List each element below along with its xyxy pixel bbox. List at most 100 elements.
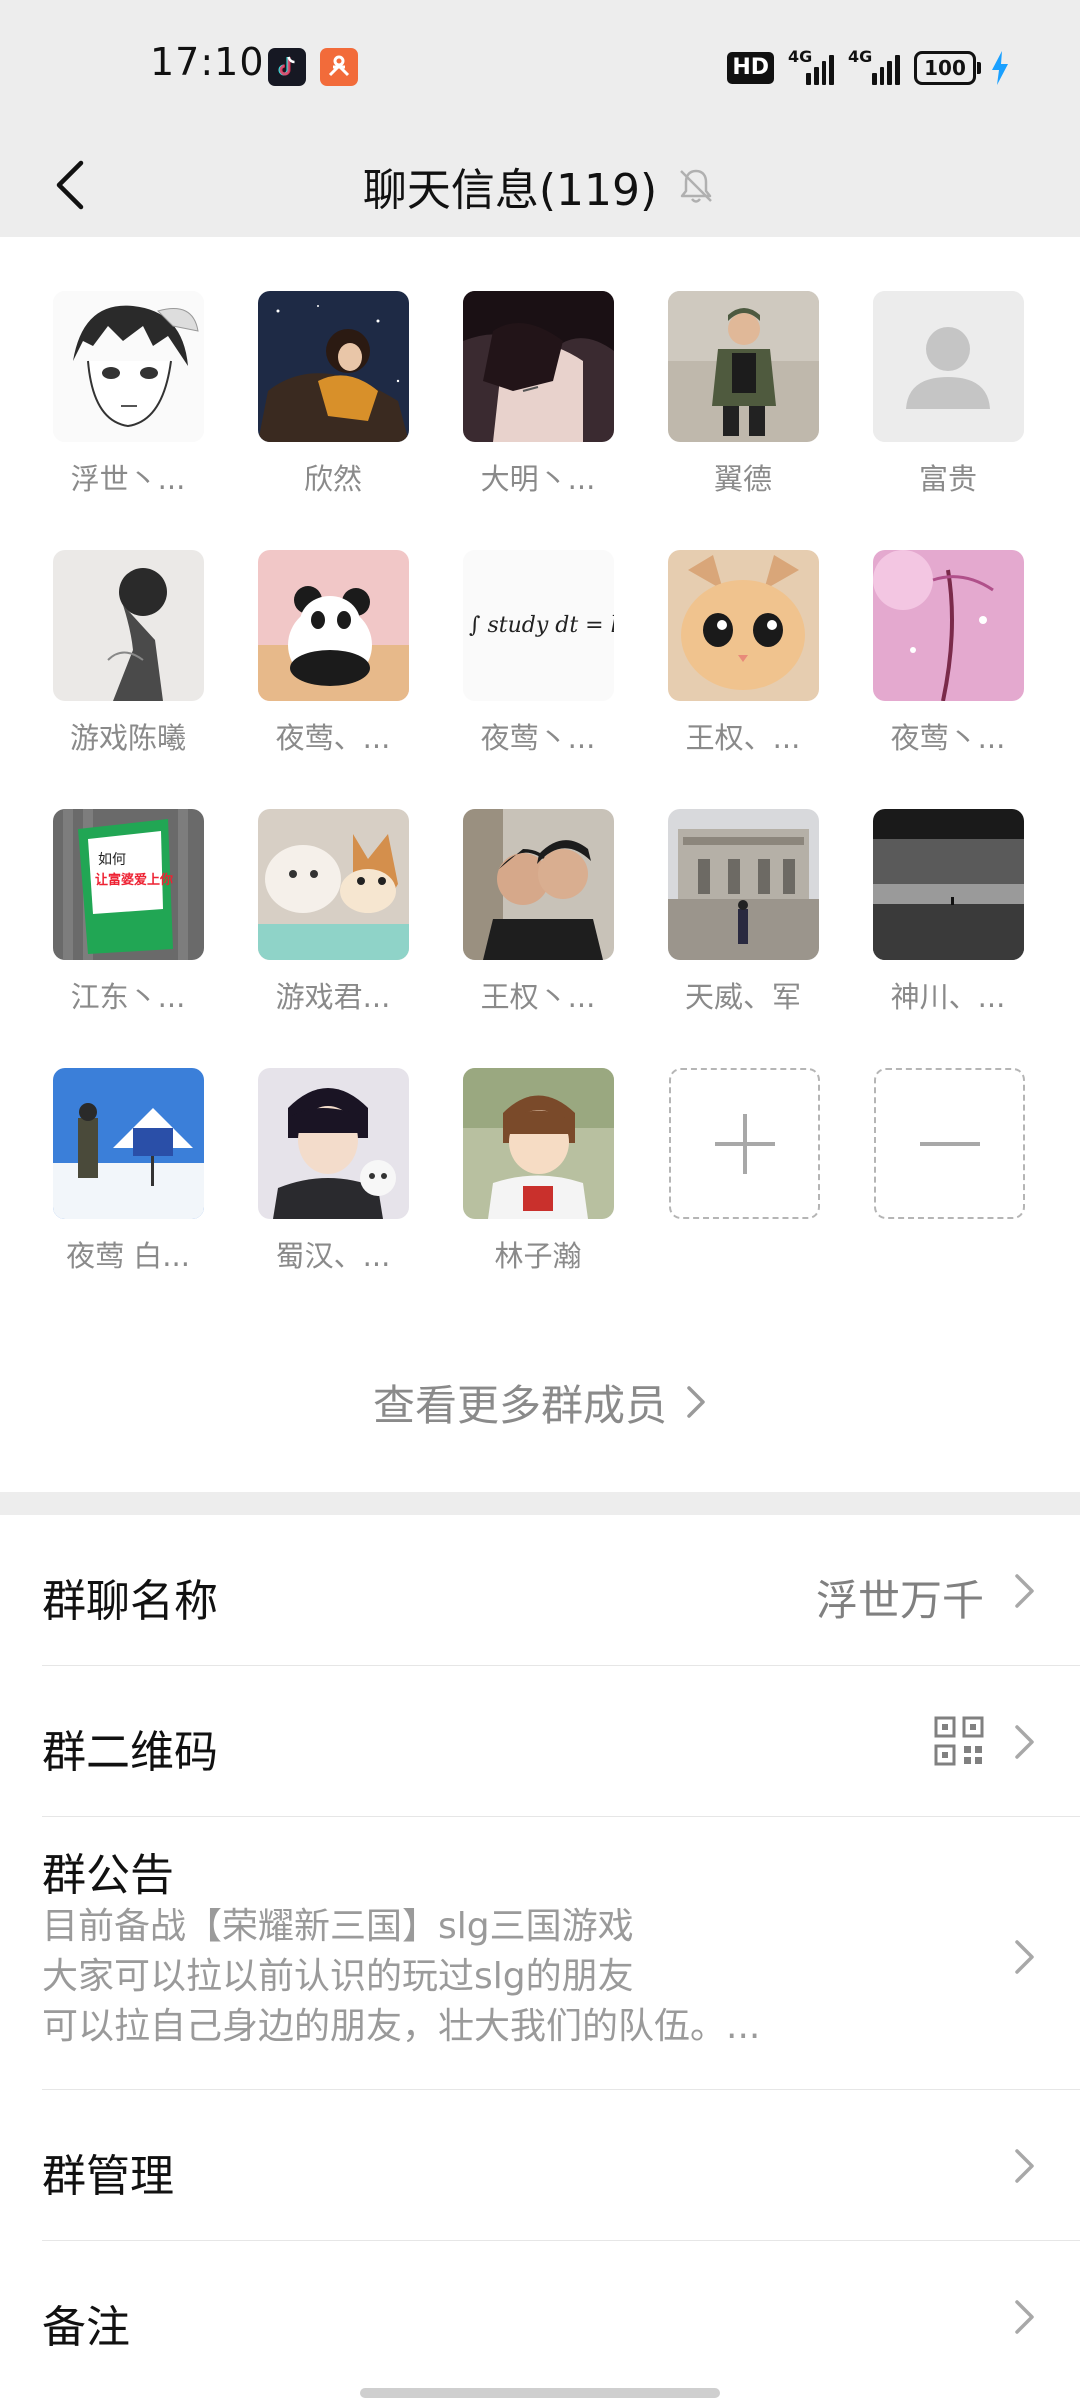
member-item[interactable]: 王权丶... <box>448 809 628 1016</box>
member-name: 浮世丶... <box>70 462 186 496</box>
member-item[interactable]: 大明丶... <box>448 291 628 498</box>
signal-icon-2: 4G <box>848 47 901 85</box>
member-avatar <box>872 550 1024 701</box>
chevron-right-icon <box>1015 1574 1034 1608</box>
avatar-book-text: 让富婆爱上你 <box>95 872 173 888</box>
member-avatar <box>462 291 614 442</box>
member-item[interactable]: ∫ study dt = life 夜莺丶... <box>448 550 628 757</box>
member-avatar <box>667 550 819 701</box>
group-name-row[interactable]: 群聊名称 浮世万千 <box>0 1515 1080 1665</box>
member-avatar <box>257 291 409 442</box>
member-name: 游戏君... <box>275 980 391 1014</box>
member-avatar: 如何 让富婆爱上你 <box>52 809 204 960</box>
member-item[interactable]: 天威、军 <box>653 809 833 1016</box>
signal-icon: 4G <box>788 47 834 85</box>
status-time: 17:10 <box>150 40 265 84</box>
chevron-right-icon <box>1015 1940 1034 1974</box>
page-title: 聊天信息(119) <box>362 165 658 216</box>
status-indicators: HD 4G 4G 100 <box>727 47 1010 88</box>
default-avatar-icon <box>872 291 1024 442</box>
member-avatar <box>872 809 1024 960</box>
member-name: 天威、军 <box>684 980 801 1014</box>
member-item[interactable]: 欣然 <box>243 291 423 498</box>
member-name: 大明丶... <box>480 462 596 496</box>
member-name: 蜀汉、... <box>275 1239 391 1273</box>
status-bar: 17:10 HD 4G 4G 100 <box>0 0 1080 135</box>
hd-icon: HD <box>727 52 774 84</box>
member-avatar <box>257 1068 409 1219</box>
member-avatar <box>462 809 614 960</box>
member-avatar <box>667 809 819 960</box>
member-avatar <box>52 1068 204 1219</box>
mute-bell-icon <box>680 169 713 203</box>
member-name: 夜莺 白... <box>66 1239 190 1273</box>
member-name: 王权、... <box>685 721 801 755</box>
member-item[interactable]: 夜莺丶... <box>858 550 1038 757</box>
home-indicator[interactable] <box>360 2388 720 2398</box>
member-item[interactable]: 蜀汉、... <box>243 1068 423 1275</box>
member-item[interactable]: 神川、... <box>858 809 1038 1016</box>
member-name: 神川、... <box>890 980 1006 1014</box>
group-name-label: 群聊名称 <box>42 1576 218 1627</box>
member-item[interactable]: 浮世丶... <box>38 291 218 498</box>
members-panel: 浮世丶... 欣然 大明丶... 翼德 富贵 游戏陈曦 夜莺、... ∫ stu… <box>0 237 1080 1492</box>
member-name: 夜莺丶... <box>890 721 1006 755</box>
member-avatar <box>257 809 409 960</box>
member-name: 夜莺、... <box>275 721 391 755</box>
group-notice-label: 群公告 <box>42 1850 174 1901</box>
member-item[interactable]: 夜莺 白... <box>38 1068 218 1275</box>
chevron-right-icon <box>1015 2300 1034 2334</box>
avatar-formula: ∫ study dt = life <box>469 613 614 638</box>
remove-member-button[interactable] <box>874 1068 1025 1219</box>
member-item[interactable]: 夜莺、... <box>243 550 423 757</box>
member-item[interactable]: 王权、... <box>653 550 833 757</box>
remark-label: 备注 <box>42 2302 130 2353</box>
member-avatar <box>52 550 204 701</box>
group-name-value: 浮世万千 <box>815 1576 984 1625</box>
plus-icon <box>714 1113 775 1174</box>
minus-icon <box>919 1141 980 1146</box>
member-avatar <box>462 1068 614 1219</box>
member-item[interactable]: 富贵 <box>858 291 1038 498</box>
member-avatar <box>872 291 1024 442</box>
remark-row[interactable]: 备注 <box>0 2241 1080 2391</box>
chevron-right-icon <box>1015 1725 1034 1759</box>
member-name: 游戏陈曦 <box>69 721 186 755</box>
member-name: 王权丶... <box>480 980 596 1014</box>
group-notice-text: 目前备战【荣耀新三国】slg三国游戏 大家可以拉以前认识的玩过slg的朋友 可以… <box>42 1902 760 2052</box>
group-qr-label: 群二维码 <box>42 1727 218 1778</box>
member-name: 翼德 <box>713 462 772 496</box>
member-item[interactable]: 游戏陈曦 <box>38 550 218 757</box>
member-name: 夜莺丶... <box>480 721 596 755</box>
chevron-right-icon <box>1015 2149 1034 2183</box>
member-item[interactable]: 翼德 <box>653 291 833 498</box>
tiktok-icon <box>268 48 306 86</box>
notice-line: 可以拉自己身边的朋友，壮大我们的队伍。... <box>42 2006 761 2047</box>
app-orange-icon <box>320 48 358 86</box>
add-member-button[interactable] <box>669 1068 820 1219</box>
group-manage-label: 群管理 <box>42 2151 174 2202</box>
settings-panel: 群聊名称 浮世万千 群二维码 群公告 目前备战【荣耀新三国】slg三国游戏 大家… <box>0 1515 1080 2400</box>
view-more-members-label: 查看更多群成员 <box>372 1380 667 1430</box>
notice-line: 目前备战【荣耀新三国】slg三国游戏 <box>42 1906 634 1947</box>
member-name: 江东丶... <box>70 980 186 1014</box>
nav-bar: 聊天信息(119) <box>0 135 1080 237</box>
nav-title-group: 聊天信息(119) <box>0 135 1080 237</box>
member-name: 富贵 <box>918 462 977 496</box>
member-item[interactable]: 林子瀚 <box>448 1068 628 1275</box>
notice-line: 大家可以拉以前认识的玩过slg的朋友 <box>42 1956 634 1997</box>
group-qr-row[interactable]: 群二维码 <box>0 1666 1080 1816</box>
group-manage-row[interactable]: 群管理 <box>0 2090 1080 2240</box>
member-item[interactable]: 如何 让富婆爱上你 江东丶... <box>38 809 218 1016</box>
chevron-right-icon <box>687 1386 705 1418</box>
member-name: 欣然 <box>303 462 362 496</box>
member-item[interactable]: 游戏君... <box>243 809 423 1016</box>
member-name: 林子瀚 <box>494 1239 582 1273</box>
charging-icon <box>992 51 1008 85</box>
sim1-label: 4G <box>788 47 813 66</box>
avatar-book-text: 如何 <box>98 852 126 868</box>
qr-code-icon <box>934 1716 984 1766</box>
view-more-members-button[interactable]: 查看更多群成员 <box>0 1362 1080 1442</box>
group-notice-row[interactable]: 群公告 目前备战【荣耀新三国】slg三国游戏 大家可以拉以前认识的玩过slg的朋… <box>0 1817 1080 2089</box>
member-avatar: ∫ study dt = life <box>462 550 614 701</box>
